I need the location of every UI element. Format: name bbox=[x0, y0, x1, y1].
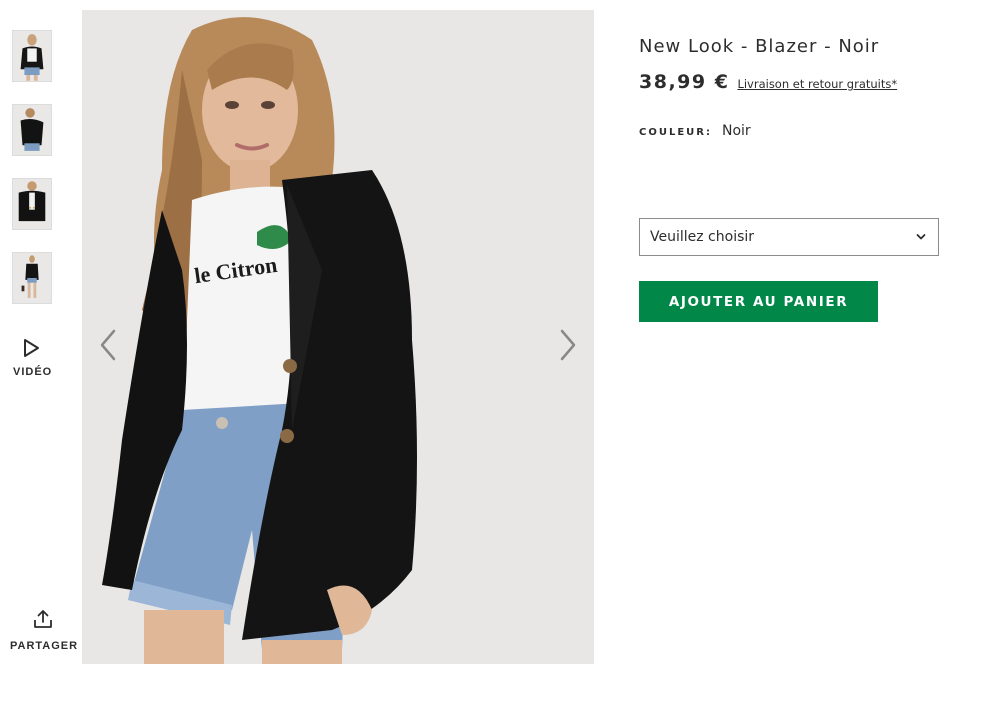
price-row: 38,99 € Livraison et retour gratuits* bbox=[639, 71, 939, 93]
product-info-panel: New Look - Blazer - Noir 38,99 € Livrais… bbox=[639, 36, 939, 139]
thumbnail-3-image bbox=[13, 179, 51, 229]
next-image-button[interactable] bbox=[554, 328, 580, 362]
color-row: COULEUR: Noir bbox=[639, 123, 939, 139]
share-button[interactable]: PARTAGER bbox=[10, 608, 80, 654]
thumbnail-1[interactable] bbox=[12, 30, 52, 82]
share-label: PARTAGER bbox=[10, 640, 79, 652]
color-label: COULEUR: bbox=[639, 127, 712, 138]
delivery-returns-link[interactable]: Livraison et retour gratuits* bbox=[737, 77, 897, 91]
play-icon bbox=[24, 339, 39, 357]
thumbnail-4[interactable] bbox=[12, 252, 52, 304]
chevron-right-icon bbox=[560, 329, 576, 361]
chevron-down-icon bbox=[916, 234, 926, 240]
video-label: VIDÉO bbox=[13, 366, 53, 378]
size-select[interactable]: Veuillez choisir bbox=[639, 218, 939, 256]
thumbnail-2[interactable] bbox=[12, 104, 52, 156]
product-price: 38,99 € bbox=[639, 71, 730, 93]
size-select-value: Veuillez choisir bbox=[650, 229, 755, 245]
main-product-image: le Citron bbox=[82, 10, 594, 664]
thumbnail-1-image bbox=[13, 31, 51, 81]
thumbnail-3[interactable] bbox=[12, 178, 52, 230]
add-to-cart-button[interactable]: AJOUTER AU PANIER bbox=[639, 281, 878, 322]
thumbnail-4-image bbox=[13, 253, 51, 303]
product-title: New Look - Blazer - Noir bbox=[639, 36, 880, 57]
previous-image-button[interactable] bbox=[96, 328, 122, 362]
thumbnail-2-image bbox=[13, 105, 51, 155]
product-photo: le Citron bbox=[82, 10, 594, 664]
thumbnail-list bbox=[12, 30, 52, 326]
color-value: Noir bbox=[721, 123, 751, 139]
video-button[interactable]: VIDÉO bbox=[8, 338, 58, 378]
chevron-left-icon bbox=[100, 329, 116, 361]
share-icon bbox=[34, 610, 52, 628]
